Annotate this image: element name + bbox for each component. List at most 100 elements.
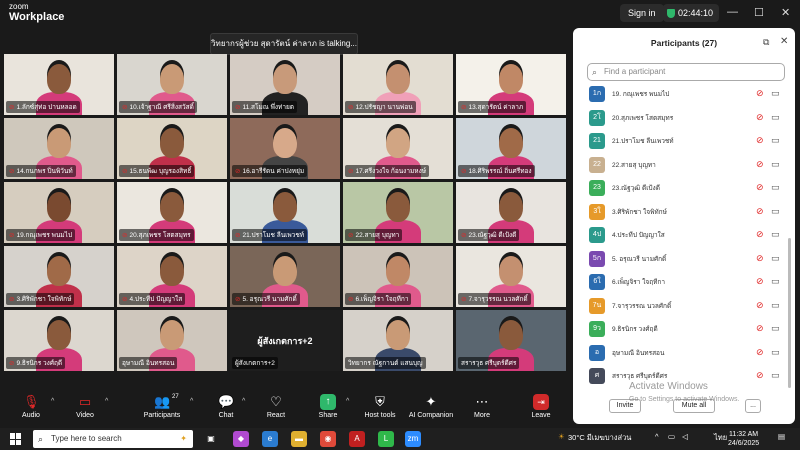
mic-muted-icon[interactable]: ⊘	[756, 206, 764, 217]
taskbar-search-input[interactable]: ⌕ Type here to search ✦	[33, 430, 193, 448]
mic-muted-icon[interactable]: ⊘	[756, 323, 764, 334]
tray-chevron-icon[interactable]: ^	[655, 432, 659, 441]
video-tile[interactable]: ⊘ 21.ปราโมช ลีนเพวชท์	[230, 182, 340, 243]
video-off-icon[interactable]: ▭	[771, 182, 780, 193]
windows-start-icon[interactable]	[10, 433, 22, 445]
line-app-icon[interactable]: L	[378, 431, 394, 447]
video-tile[interactable]: ⊘ 5. อรุณวรี นามศักดิ์	[230, 246, 340, 307]
video-tile[interactable]: วิทยากร ณัฐกานต์ แสนบุญ	[343, 310, 453, 371]
video-tile[interactable]: ⊘ 7.จารุวรรณ นวลศักดิ์	[456, 246, 566, 307]
chevron-up-icon[interactable]: ^	[190, 398, 193, 405]
participant-row[interactable]: 22 22.สายสุ บุญทา ⊘ ▭	[573, 154, 787, 176]
participant-row[interactable]: 7น 7.จารุวรรณ นวลศักดิ์ ⊘ ▭	[573, 295, 787, 317]
video-tile[interactable]: ⊘ 18.ศิริพรรณ์ ถิ่นศรีทอง	[456, 118, 566, 179]
video-off-icon[interactable]: ▭	[771, 276, 780, 287]
video-tile[interactable]: ⊘ 10.เจ้าฐาณี ศรีสิ่งสวัสดิ์	[117, 54, 227, 115]
video-off-icon[interactable]: ▭	[771, 323, 780, 334]
video-off-icon[interactable]: ▭	[771, 88, 780, 99]
video-tile[interactable]: อุษามณี อินทรสอน	[117, 310, 227, 371]
video-tile[interactable]: ⊘ 22.สายสุ บุญทา	[343, 182, 453, 243]
video-tile[interactable]: ⊘ 19.กณุเพชร พนมไป	[4, 182, 114, 243]
leave-button[interactable]: ⇥ Leave	[511, 394, 571, 419]
participant-row[interactable]: 3ใ 3.ศิริพักชา ใจพิทักษ์ ⊘ ▭	[573, 201, 787, 223]
video-tile[interactable]: สรารวุธ ศรีบุตร์ดีศร	[456, 310, 566, 371]
video-tile[interactable]: ⊘ 4.ประทีป ปัญญาใส	[117, 246, 227, 307]
chevron-up-icon[interactable]: ^	[51, 398, 54, 405]
mic-muted-icon[interactable]: ⊘	[756, 88, 764, 99]
mic-muted-icon[interactable]: ⊘	[756, 182, 764, 193]
video-tile[interactable]: ⊘ 15.ธนพัฒ บุญรองสิทธิ์	[117, 118, 227, 179]
mic-muted-icon[interactable]: ⊘	[756, 159, 764, 170]
signin-button[interactable]: Sign in	[620, 4, 664, 22]
participant-row[interactable]: 21 21.ปราโมช ลีนเพวชท์ ⊘ ▭	[573, 130, 787, 152]
video-off-icon[interactable]: ▭	[771, 112, 780, 123]
participant-search-input[interactable]: ⌕ Find a participant	[587, 63, 785, 81]
taskbar-clock[interactable]: 11:32 AM 24/6/2025	[728, 430, 759, 448]
video-tile[interactable]: ⊘ 23.ณัฐวุฒิ ดีเป้งดี	[456, 182, 566, 243]
copilot-icon[interactable]: ◆	[233, 431, 249, 447]
video-off-icon[interactable]: ▭	[771, 229, 780, 240]
panel-more-button[interactable]: ...	[745, 399, 761, 413]
close-window-icon[interactable]: ✕	[781, 6, 790, 19]
chevron-up-icon[interactable]: ^	[346, 398, 349, 405]
participant-row[interactable]: 23 23.ณัฐวุฒิ ดีเป้งดี ⊘ ▭	[573, 177, 787, 199]
video-tile[interactable]: ⊘ 3.ศิริพักชา ใจพิทักษ์	[4, 246, 114, 307]
close-icon[interactable]: ✕	[780, 36, 788, 47]
video-tile[interactable]: ⊘ 12.ปรัชญา นานพ่อน	[343, 54, 453, 115]
mic-muted-icon[interactable]: ⊘	[756, 253, 764, 264]
video-off-icon[interactable]: ▭	[771, 347, 780, 358]
chevron-up-icon[interactable]: ^	[242, 398, 245, 405]
video-tile[interactable]: ⊘ 20.สุภเพชร โสตสมุทร	[117, 182, 227, 243]
participant-row[interactable]: 1ก 19. กณุเพชร พนมไป ⊘ ▭	[573, 83, 787, 105]
audio-button[interactable]: 🎙 Audio ^	[1, 394, 61, 419]
video-tile[interactable]: ⊘ 13.สุดารัตน์ ค่าลาภ	[456, 54, 566, 115]
participant-row[interactable]: 4ป 4.ประทีป ปัญญาใส ⊘ ▭	[573, 224, 787, 246]
file-explorer-icon[interactable]: ▬	[291, 431, 307, 447]
video-button[interactable]: ▭ Video ^	[55, 394, 115, 419]
chrome-icon[interactable]: ◉	[320, 431, 336, 447]
mic-muted-icon[interactable]: ⊘	[756, 135, 764, 146]
video-tile[interactable]: ⊘ 11.สโมณ พึ่งท่ายต	[230, 54, 340, 115]
network-icon[interactable]: ▭	[668, 432, 675, 441]
notification-icon[interactable]: ▤	[778, 432, 785, 441]
popout-icon[interactable]: ⧉	[763, 37, 769, 48]
video-tile[interactable]: ⊘ 16.อารีรัดน ค่าปงหยุ่ม	[230, 118, 340, 179]
pdf-reader-icon[interactable]: A	[349, 431, 365, 447]
language-indicator[interactable]: ไทย	[714, 432, 727, 444]
mic-muted-icon[interactable]: ⊘	[756, 300, 764, 311]
video-tile[interactable]: ⊘ 9.ธิรนิกร วงศ์ฤดี	[4, 310, 114, 371]
participant-row[interactable]: อ อุษามณี อินทรสอน ⊘ ▭	[573, 342, 787, 364]
video-tile[interactable]: ⊘ 14.กนกพร ปิ่นพิวันท์	[4, 118, 114, 179]
mic-muted-icon[interactable]: ⊘	[756, 370, 764, 381]
video-tile[interactable]: ผู้สังเกตการ+2 ผู้สังเกตการ+2	[230, 310, 340, 371]
video-tile[interactable]: ⊘ 1.ลักซ์สุ่ท่อ ปานหลอด	[4, 54, 114, 115]
mic-muted-icon[interactable]: ⊘	[756, 347, 764, 358]
video-off-icon[interactable]: ▭	[771, 370, 780, 381]
participant-row[interactable]: 6ใ 6.เพ็ญจิรา ใจฤทีกา ⊘ ▭	[573, 271, 787, 293]
participant-row[interactable]: 5ก 5. อรุณวรี นามศักดิ์ ⊘ ▭	[573, 248, 787, 270]
video-off-icon[interactable]: ▭	[771, 159, 780, 170]
video-off-icon[interactable]: ▭	[771, 206, 780, 217]
mic-muted-icon[interactable]: ⊘	[756, 112, 764, 123]
more-button[interactable]: ⋯ More	[452, 394, 512, 419]
participant-row[interactable]: 9ว 9.ธิรนิกร วงศ์ฤดี ⊘ ▭	[573, 318, 787, 340]
meeting-timer[interactable]: 02:44:10	[663, 4, 720, 22]
share-button[interactable]: ↑ Share ^	[298, 394, 358, 419]
zoom-app-icon[interactable]: zm	[405, 431, 421, 447]
task-view-icon[interactable]: ▣	[203, 431, 219, 447]
video-off-icon[interactable]: ▭	[771, 300, 780, 311]
chevron-up-icon[interactable]: ^	[105, 398, 108, 405]
video-tile[interactable]: ⊘ 17.ศรีงวงใจ ก้อนงามหงษ์	[343, 118, 453, 179]
participant-row[interactable]: 2โ 20.สุภเพชร โสตสมุทร ⊘ ▭	[573, 107, 787, 129]
video-off-icon[interactable]: ▭	[771, 253, 780, 264]
video-off-icon[interactable]: ▭	[771, 135, 780, 146]
edge-browser-icon[interactable]: e	[262, 431, 278, 447]
maximize-icon[interactable]: ☐	[754, 6, 764, 19]
volume-icon[interactable]: ◁	[682, 432, 688, 441]
minimize-icon[interactable]: —	[727, 6, 738, 18]
react-button[interactable]: ♡ React	[246, 394, 306, 419]
weather-text[interactable]: 30°C มีเมฆบางส่วน	[568, 432, 631, 444]
video-tile[interactable]: ⊘ 6.เพ็ญจิรา ใจฤทีกา	[343, 246, 453, 307]
mic-muted-icon[interactable]: ⊘	[756, 229, 764, 240]
scrollbar[interactable]	[788, 238, 791, 388]
